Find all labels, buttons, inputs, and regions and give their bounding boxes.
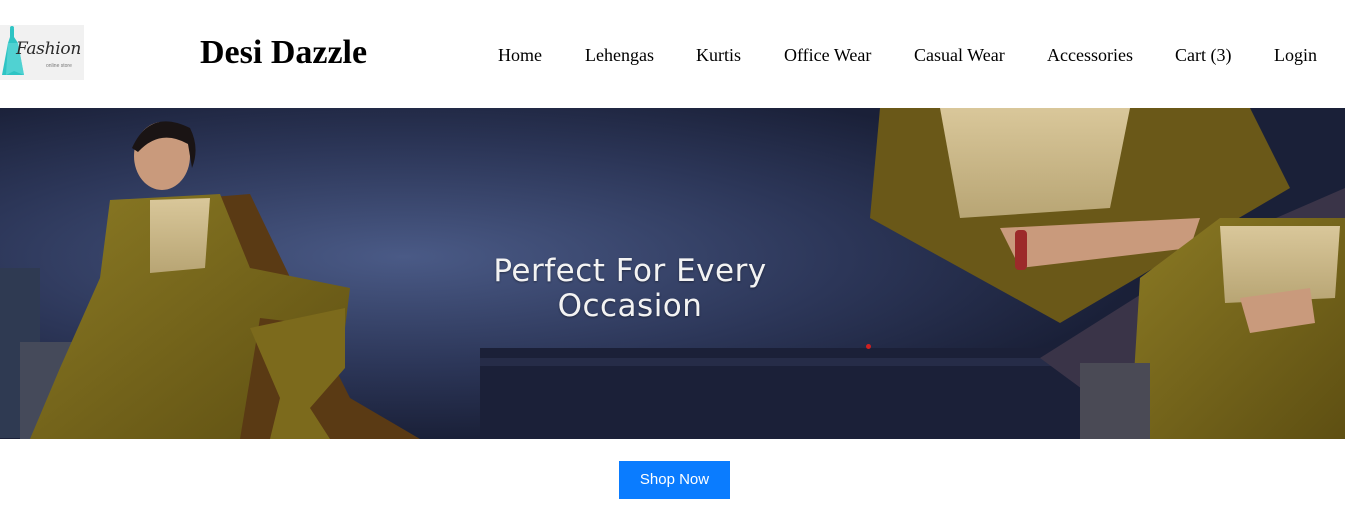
hero-title-line2: Occasion [557, 288, 703, 324]
nav-lehengas[interactable]: Lehengas [585, 44, 654, 66]
logo-subtext: online store [46, 63, 72, 69]
nav-home[interactable]: Home [498, 44, 542, 66]
hero-banner: Perfect For Every Occasion [0, 108, 1345, 439]
nav-kurtis[interactable]: Kurtis [696, 44, 741, 66]
brand-name[interactable]: Desi Dazzle [200, 33, 367, 73]
hero-title: Perfect For Every Occasion [440, 254, 820, 324]
shop-now-button[interactable]: Shop Now [619, 461, 730, 499]
nav-cart[interactable]: Cart (3) [1175, 44, 1231, 66]
logo-text: Fashion [16, 39, 81, 59]
carousel-indicator-dot[interactable] [866, 344, 871, 349]
site-logo[interactable]: Fashion online store [0, 25, 84, 80]
nav-casual-wear[interactable]: Casual Wear [914, 44, 1005, 66]
site-header: Fashion online store Desi Dazzle Home Le… [0, 0, 1345, 108]
nav-accessories[interactable]: Accessories [1047, 44, 1133, 66]
hero-title-line1: Perfect For Every [493, 253, 767, 289]
nav-office-wear[interactable]: Office Wear [784, 44, 871, 66]
nav-login[interactable]: Login [1274, 44, 1317, 66]
